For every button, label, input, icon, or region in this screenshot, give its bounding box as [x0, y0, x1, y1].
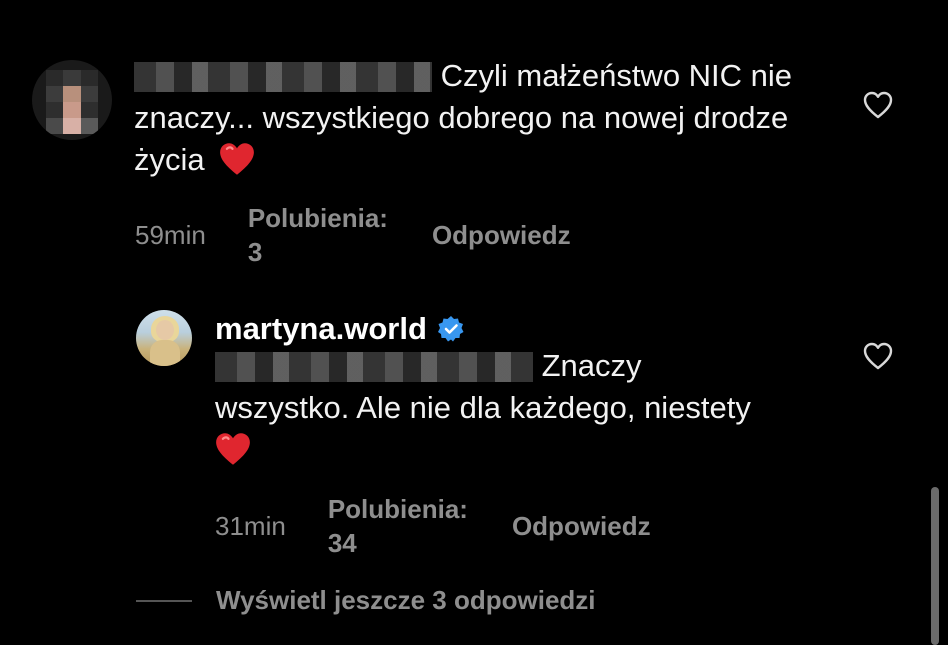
- comment-meta: 31min Polubienia: 34 Odpowiedz: [215, 492, 651, 560]
- comment-meta: 59min Polubienia: 3 Odpowiedz: [135, 201, 571, 269]
- username-row: martyna.world: [215, 308, 465, 350]
- heart-outline-icon[interactable]: [862, 341, 894, 371]
- avatar[interactable]: [136, 310, 192, 366]
- redacted-username[interactable]: [215, 352, 533, 382]
- username[interactable]: martyna.world: [215, 308, 427, 350]
- view-more-replies-button[interactable]: Wyświetl jeszcze 3 odpowiedzi: [136, 585, 596, 616]
- divider-line: [136, 599, 192, 602]
- reply-button[interactable]: Odpowiedz: [432, 218, 571, 252]
- comment-text: Czyli małżeństwo NIC nie znaczy... wszys…: [134, 58, 793, 177]
- comment-time: 59min: [135, 220, 206, 250]
- comment-time: 31min: [215, 511, 286, 541]
- heart-outline-icon[interactable]: [862, 90, 894, 120]
- reply-button[interactable]: Odpowiedz: [512, 509, 651, 543]
- likes-count-button[interactable]: Polubienia: 3: [248, 201, 388, 269]
- comment-text: Znaczy wszystko. Ale nie dla każdego, ni…: [215, 345, 775, 471]
- likes-count-button[interactable]: Polubienia: 34: [328, 492, 468, 560]
- view-more-replies-label: Wyświetl jeszcze 3 odpowiedzi: [216, 585, 596, 615]
- verified-badge-icon: [437, 316, 464, 342]
- red-heart-emoji-icon: [216, 433, 250, 465]
- scrollbar[interactable]: [931, 487, 939, 645]
- avatar-blurred[interactable]: [32, 60, 112, 140]
- redacted-username[interactable]: [134, 62, 432, 92]
- red-heart-emoji-icon: [220, 143, 255, 175]
